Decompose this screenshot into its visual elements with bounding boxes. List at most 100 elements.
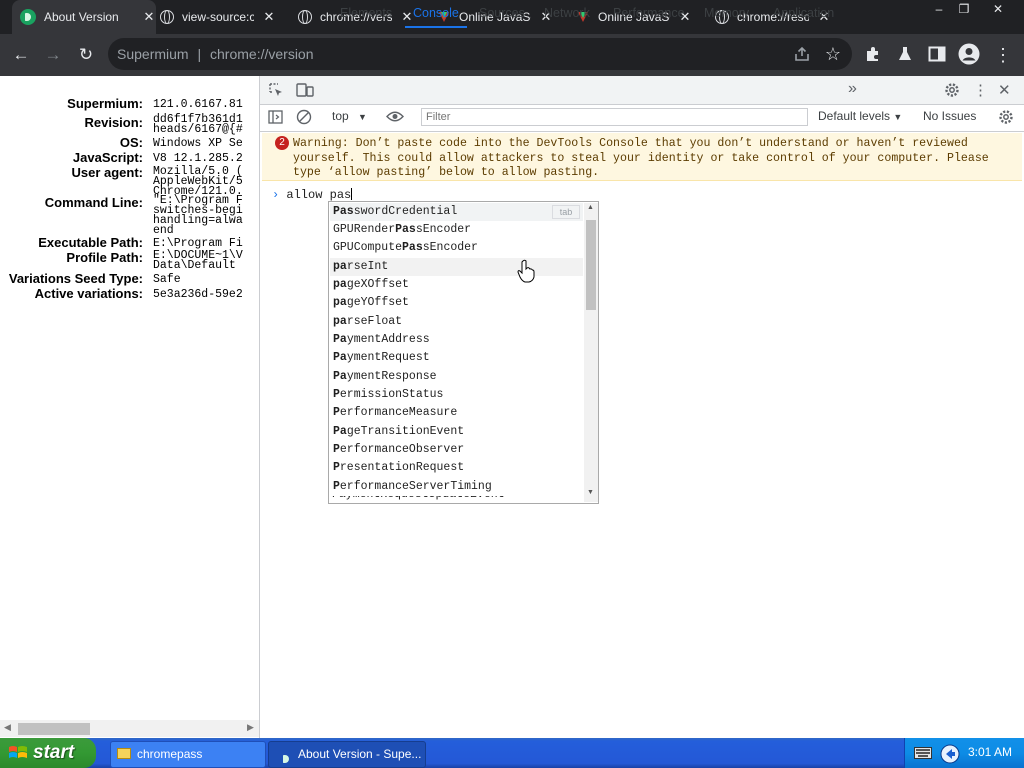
forward-arrow-icon[interactable]: → xyxy=(42,44,64,66)
hand-cursor-icon xyxy=(517,259,535,283)
autocomplete-item[interactable]: GPURenderPassEncoder xyxy=(333,221,583,239)
autocomplete-item-match: P xyxy=(333,388,340,401)
version-value: Mozilla/5.0 ( AppleWebKit/5 Chrome/121.0… xyxy=(153,165,243,198)
autocomplete-item[interactable]: PaymentRequest xyxy=(333,349,583,367)
address-bar[interactable]: Supermium | chrome://version xyxy=(108,38,852,70)
autocomplete-item-match: Pas xyxy=(333,205,354,218)
prompt-chevron-icon: › xyxy=(272,188,280,202)
autocomplete-item-suffix: ermissionStatus xyxy=(339,388,444,401)
console-sidebar-icon[interactable] xyxy=(268,110,283,124)
menu-kebab-icon[interactable]: ⋮ xyxy=(992,44,1014,66)
version-value: Windows XP Se xyxy=(153,137,243,150)
tab-memory[interactable]: Memory xyxy=(704,0,749,28)
inspect-element-icon[interactable] xyxy=(268,82,284,98)
version-row: Variations Seed Type: Safe xyxy=(0,271,259,286)
log-levels-dropdown[interactable]: Default levels ▼ xyxy=(818,109,902,123)
autocomplete-scrollbar-thumb[interactable] xyxy=(586,220,596,310)
site-name: Supermium xyxy=(117,46,189,62)
autocomplete-item-match: pa xyxy=(333,260,347,273)
globe-icon xyxy=(298,10,312,24)
scroll-right-arrow-icon[interactable]: ▶ xyxy=(247,722,254,733)
tab-title: view-source:ch xyxy=(182,10,254,24)
autocomplete-item-partial[interactable]: PaymentRequestUpdateEvent xyxy=(330,496,583,503)
context-selector[interactable]: top ▼ xyxy=(332,109,367,123)
version-value: V8 12.1.285.2 xyxy=(153,152,243,165)
live-expression-eye-icon[interactable] xyxy=(386,110,404,123)
start-button[interactable]: start xyxy=(0,738,96,768)
issues-counter[interactable]: No Issues xyxy=(923,109,976,123)
autocomplete-item-suffix: geXOffset xyxy=(346,278,409,291)
tab-elements[interactable]: Elements xyxy=(340,0,392,28)
autocomplete-item-suffix: sEncoder xyxy=(415,223,472,236)
autocomplete-item[interactable]: pageYOffset xyxy=(333,294,583,312)
autocomplete-item[interactable]: PresentationRequest xyxy=(333,459,583,477)
scroll-down-arrow-icon[interactable]: ▼ xyxy=(587,489,594,496)
tab-view-source[interactable]: view-source:ch ✕ xyxy=(160,0,276,34)
window-close-button[interactable]: ✕ xyxy=(987,2,1009,16)
autocomplete-item[interactable]: GPUComputePassEncoder xyxy=(333,239,583,257)
tab-application[interactable]: Application xyxy=(773,0,834,28)
autocomplete-item[interactable]: parseFloat xyxy=(333,313,583,331)
scroll-up-arrow-icon[interactable]: ▲ xyxy=(587,204,594,211)
url-text: chrome://version xyxy=(210,46,314,62)
scroll-left-arrow-icon[interactable]: ◀ xyxy=(4,722,11,733)
text-cursor xyxy=(351,188,353,200)
minimize-button[interactable]: – xyxy=(928,2,950,16)
more-tabs-chevron-icon[interactable]: » xyxy=(848,80,857,98)
language-bar-icon[interactable] xyxy=(940,744,960,764)
autocomplete-item-prefix: GPURender xyxy=(333,223,396,236)
close-icon[interactable]: ✕ xyxy=(142,10,156,24)
settings-gear-icon[interactable] xyxy=(944,82,960,98)
autocomplete-item-suffix: erformanceServerTiming xyxy=(339,480,492,493)
back-arrow-icon[interactable]: ← xyxy=(10,44,32,66)
version-label: Variations Seed Type: xyxy=(8,271,143,286)
console-prompt-input[interactable]: › allow pas xyxy=(272,188,353,202)
scrollbar-thumb[interactable] xyxy=(18,723,90,735)
restore-button[interactable]: ❐ xyxy=(953,2,975,16)
clear-console-icon[interactable] xyxy=(296,109,312,125)
tab-network[interactable]: Network xyxy=(544,0,590,28)
extensions-icon[interactable] xyxy=(864,45,882,63)
taskbar-item-chromepass[interactable]: chromepass xyxy=(110,741,266,768)
windows-logo-icon xyxy=(9,746,27,758)
globe-icon xyxy=(160,10,174,24)
supermium-icon xyxy=(20,9,36,25)
autocomplete-item[interactable]: pageXOffset xyxy=(333,276,583,294)
autocomplete-item[interactable]: parseInt xyxy=(330,258,583,276)
profile-avatar-icon[interactable] xyxy=(958,43,980,65)
autocomplete-item[interactable]: PageTransitionEvent xyxy=(333,423,583,441)
device-toolbar-icon[interactable] xyxy=(296,82,314,98)
tab-performance[interactable]: Performance xyxy=(613,0,685,28)
tab-console[interactable]: Console xyxy=(405,0,467,28)
autocomplete-item[interactable]: PasswordCredential xyxy=(330,203,583,221)
version-label: Revision: xyxy=(84,115,143,130)
bookmark-star-icon[interactable]: ☆ xyxy=(822,43,844,65)
paste-warning-message: Warning: Don’t paste code into the DevTo… xyxy=(262,133,1022,181)
tab-sources[interactable]: Sources xyxy=(479,0,525,28)
autocomplete-item[interactable]: PerformanceMeasure xyxy=(333,404,583,422)
autocomplete-item[interactable]: PermissionStatus xyxy=(333,386,583,404)
share-icon[interactable] xyxy=(793,45,811,63)
keyboard-icon[interactable] xyxy=(914,747,932,759)
side-panel-icon[interactable] xyxy=(928,46,946,62)
autocomplete-item[interactable]: PaymentAddress xyxy=(333,331,583,349)
close-icon[interactable]: ✕ xyxy=(262,10,276,24)
autocomplete-item[interactable]: PaymentResponse xyxy=(333,368,583,386)
devtools-menu-kebab-icon[interactable]: ⋮ xyxy=(973,81,988,99)
warning-text: Warning: Don’t paste code into the DevTo… xyxy=(293,137,989,181)
autocomplete-item-match: Pas xyxy=(402,241,423,254)
reload-icon[interactable]: ↻ xyxy=(75,44,97,66)
devtools-close-icon[interactable]: ✕ xyxy=(998,81,1011,99)
lab-flask-icon[interactable] xyxy=(896,45,914,63)
autocomplete-item-suffix: geTransitionEvent xyxy=(346,425,465,438)
autocomplete-item[interactable]: PerformanceServerTiming xyxy=(333,478,583,496)
autocomplete-item-suffix: ymentAddress xyxy=(346,333,430,346)
autocomplete-item[interactable]: PerformanceObserver xyxy=(333,441,583,459)
autocomplete-item-suffix: erformanceObserver xyxy=(339,443,465,456)
taskbar-item-about-version[interactable]: About Version - Supe... xyxy=(268,741,426,768)
console-settings-gear-icon[interactable] xyxy=(998,109,1014,125)
version-label: Executable Path: xyxy=(38,235,143,250)
log-levels-label: Default levels xyxy=(818,109,891,123)
console-filter-input[interactable] xyxy=(421,108,808,126)
tab-about-version[interactable]: About Version ✕ xyxy=(12,0,156,34)
